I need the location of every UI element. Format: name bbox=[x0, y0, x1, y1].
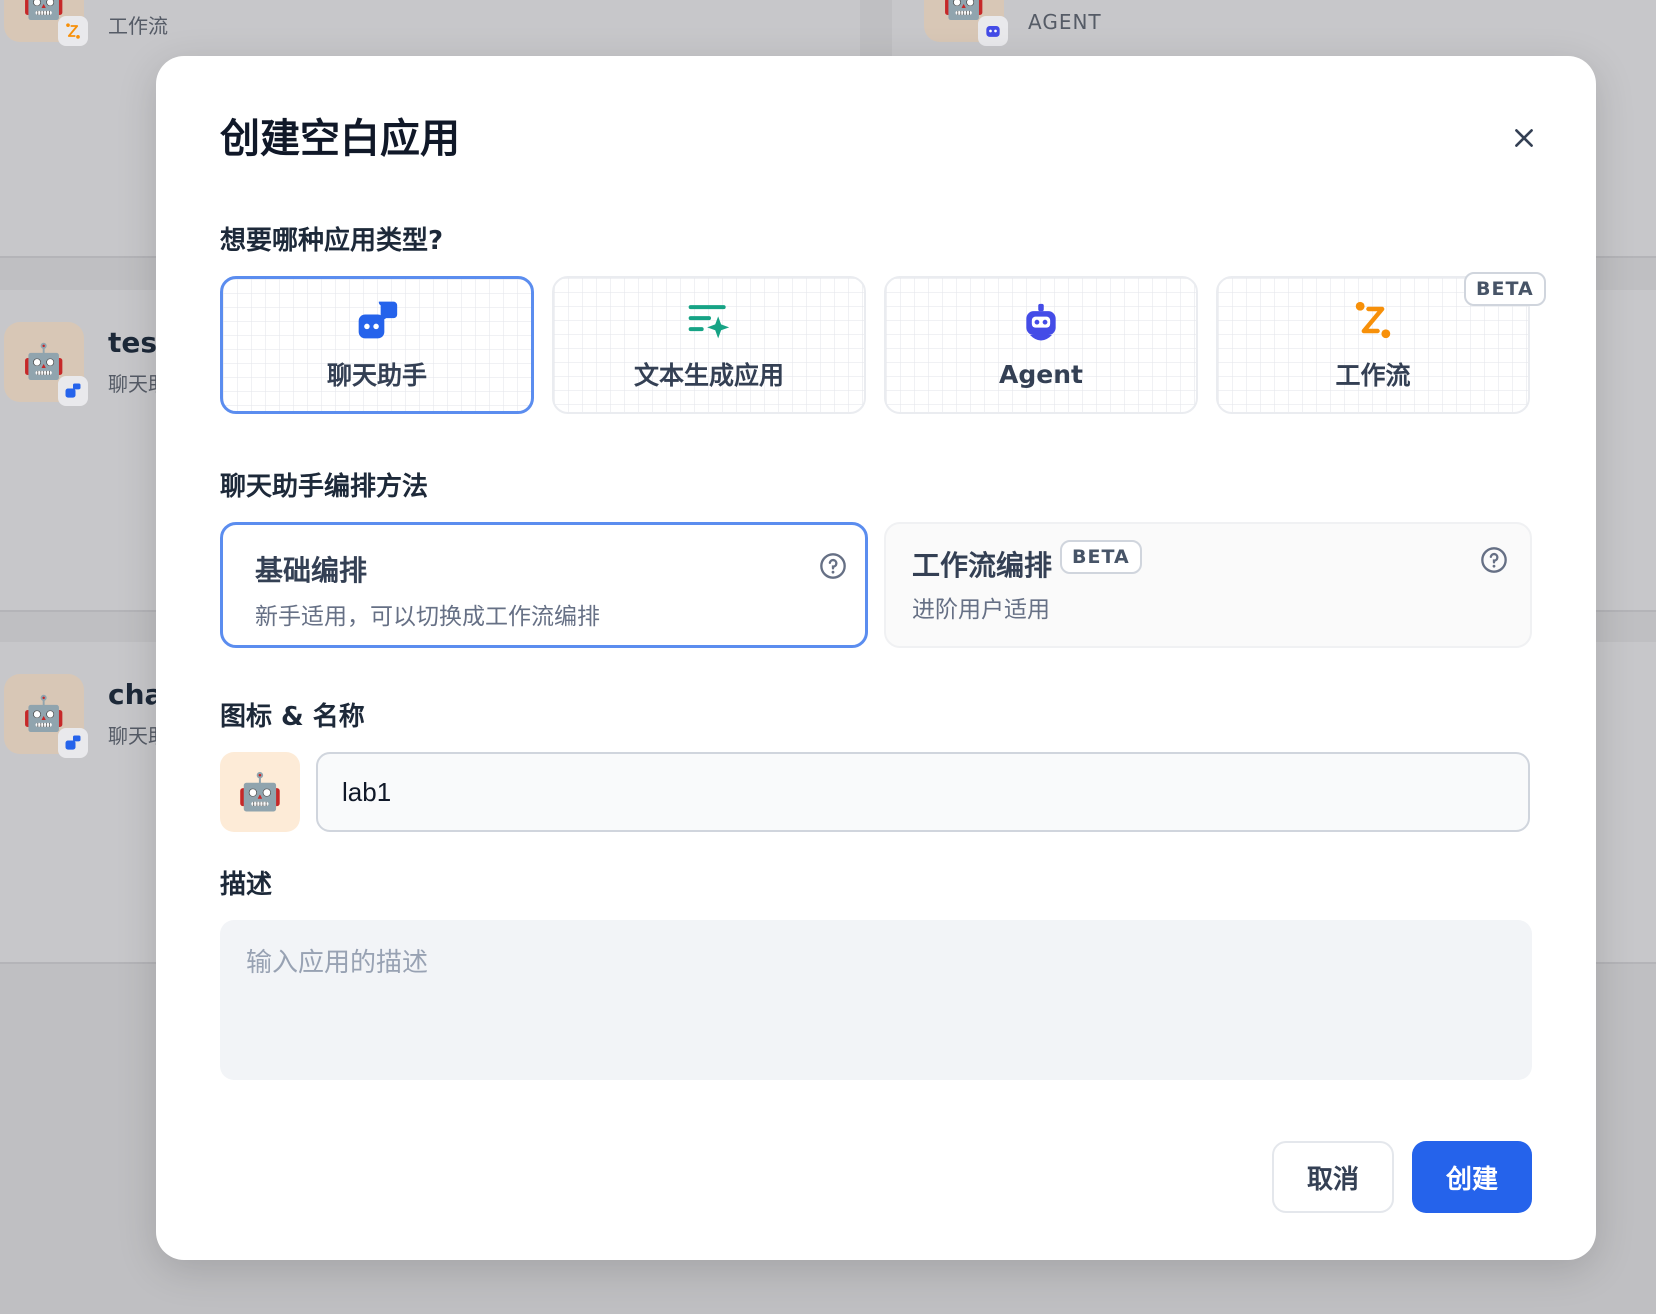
help-icon[interactable] bbox=[819, 552, 847, 580]
modal-title: 创建空白应用 bbox=[220, 116, 460, 162]
help-icon[interactable] bbox=[1480, 546, 1508, 574]
beta-badge: BETA bbox=[1060, 540, 1142, 574]
icon-name-label: 图标 & 名称 bbox=[220, 702, 365, 732]
mode-description: 进阶用户适用 bbox=[912, 597, 1050, 623]
mode-description: 新手适用，可以切换成工作流编排 bbox=[255, 604, 600, 630]
description-textarea[interactable] bbox=[220, 920, 1532, 1080]
background-app-type: AGENT bbox=[1028, 10, 1102, 34]
app-type-label-text: 文本生成应用 bbox=[633, 361, 784, 390]
agent-robot-icon bbox=[978, 16, 1008, 46]
workflow-icon bbox=[1355, 301, 1391, 339]
chat-bot-icon bbox=[58, 376, 88, 406]
chat-bot-icon bbox=[58, 728, 88, 758]
workflow-icon bbox=[58, 16, 88, 46]
description-label: 描述 bbox=[220, 870, 273, 900]
background-app-type: 工作流 bbox=[108, 14, 168, 38]
app-type-label-text: 工作流 bbox=[1335, 361, 1411, 390]
agent-robot-icon bbox=[1026, 303, 1056, 340]
mode-title: 工作流编排 bbox=[912, 549, 1053, 582]
cancel-button[interactable]: 取消 bbox=[1272, 1141, 1394, 1213]
app-type-text-generation[interactable]: 文本生成应用 bbox=[552, 276, 866, 414]
app-type-label: 想要哪种应用类型? bbox=[220, 226, 444, 256]
text-generation-icon bbox=[688, 305, 730, 339]
app-type-agent[interactable]: Agent bbox=[884, 276, 1198, 414]
mode-title: 基础编排 bbox=[255, 554, 368, 587]
app-name-input[interactable] bbox=[316, 752, 1530, 832]
orchestration-label: 聊天助手编排方法 bbox=[220, 472, 429, 502]
app-type-label-text: Agent bbox=[999, 359, 1083, 389]
app-type-label-text: 聊天助手 bbox=[326, 361, 427, 390]
beta-badge: BETA bbox=[1464, 272, 1546, 306]
mode-basic[interactable]: 基础编排 新手适用，可以切换成工作流编排 bbox=[220, 522, 868, 648]
app-type-chatbot[interactable]: 聊天助手 bbox=[220, 276, 534, 414]
close-icon bbox=[1515, 129, 1533, 147]
mode-workflow[interactable]: 工作流编排 BETA 进阶用户适用 bbox=[884, 522, 1532, 648]
create-app-modal: 创建空白应用 想要哪种应用类型? 聊天助手 文本生成应用 Agent 工作流 B… bbox=[156, 56, 1596, 1260]
close-button[interactable] bbox=[1496, 110, 1552, 166]
app-icon-picker[interactable]: 🤖 bbox=[220, 752, 300, 832]
create-button[interactable]: 创建 bbox=[1412, 1141, 1532, 1213]
chat-bot-icon bbox=[358, 301, 398, 339]
